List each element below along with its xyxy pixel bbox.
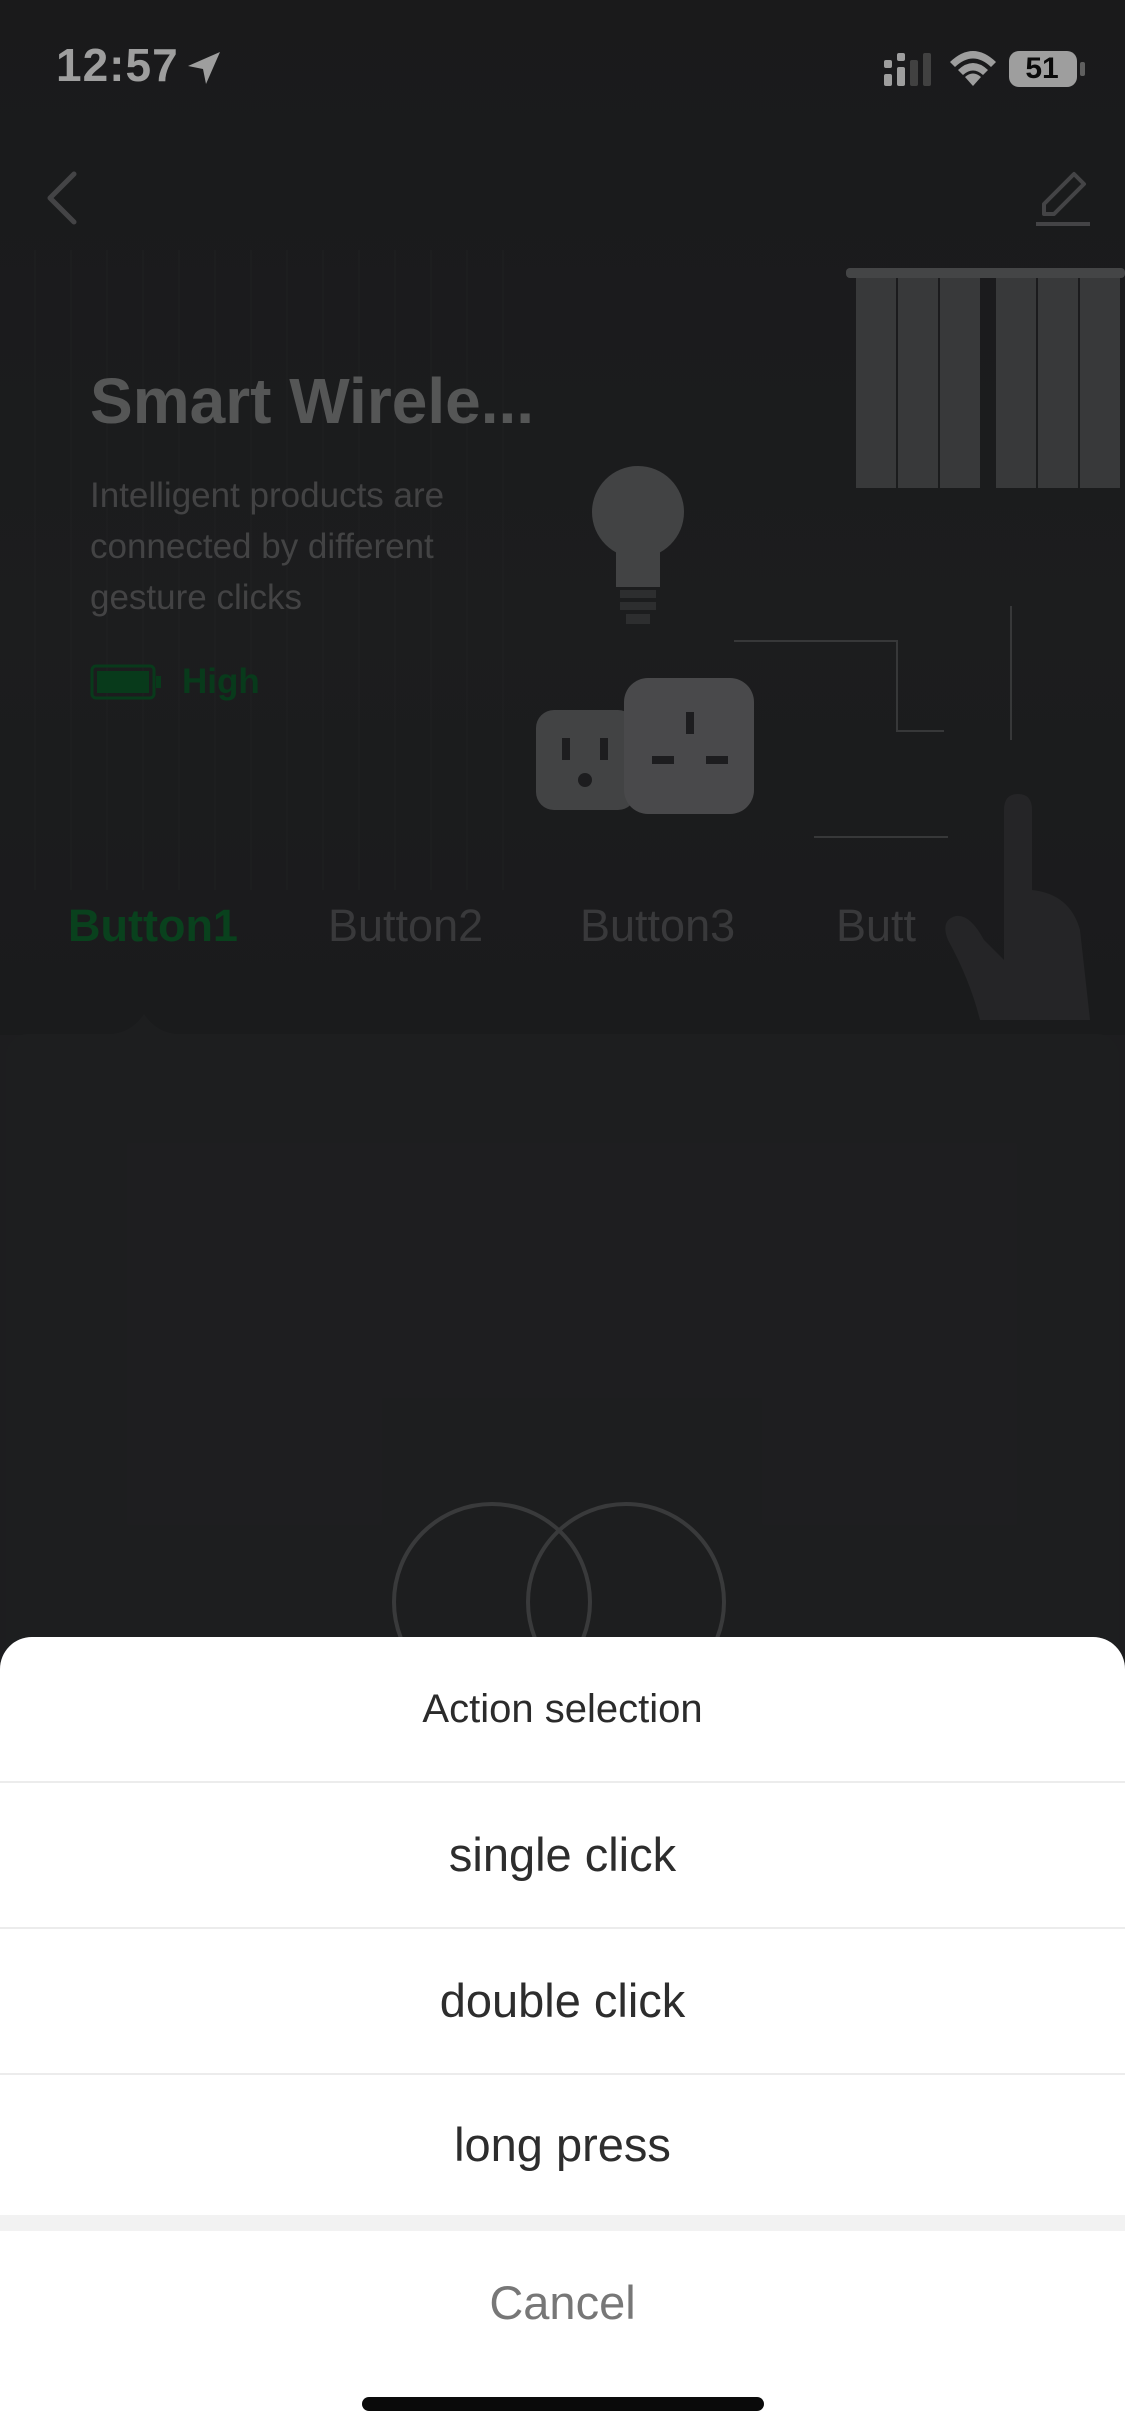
action-sheet-title: Action selection: [422, 1687, 703, 1731]
cancel-button[interactable]: Cancel: [0, 2231, 1125, 2375]
home-indicator[interactable]: [362, 2397, 764, 2411]
sheet-separator: [0, 2215, 1125, 2231]
option-double-click[interactable]: double click: [0, 1929, 1125, 2073]
option-long-press[interactable]: long press: [0, 2073, 1125, 2217]
device-screen: 12:57 51 Smart Wirele... Intelligent pro…: [0, 0, 1125, 2436]
option-single-click[interactable]: single click: [0, 1783, 1125, 1927]
action-sheet: Action selection single click double cli…: [0, 1637, 1125, 2436]
